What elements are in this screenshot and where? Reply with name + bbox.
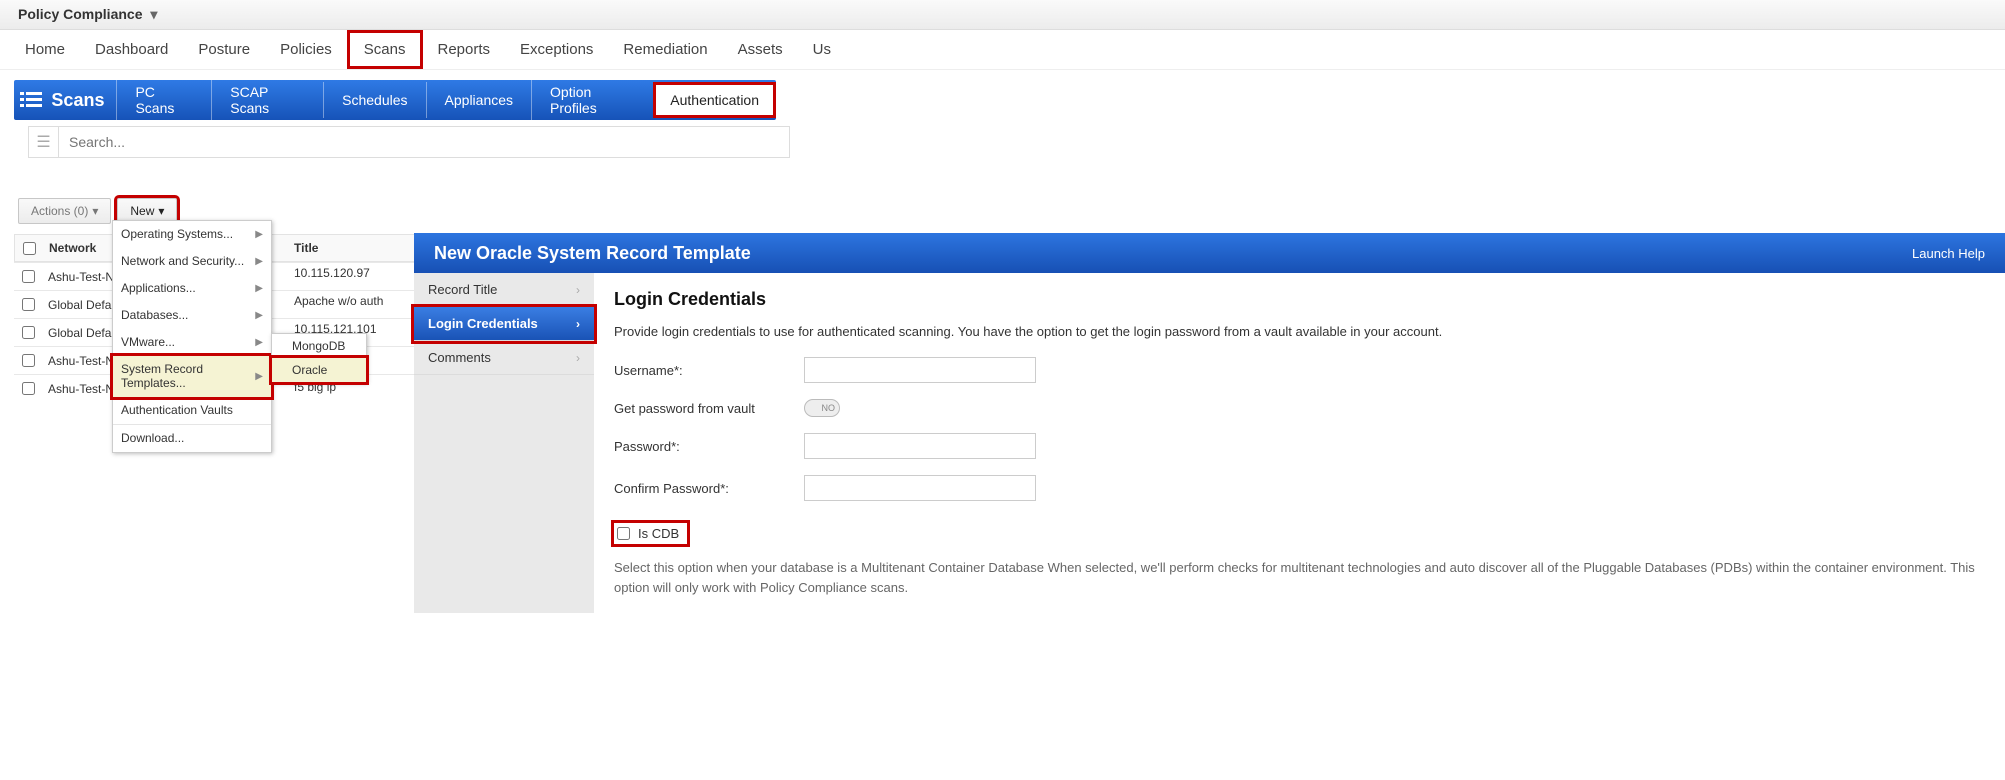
menu-authentication-vaults[interactable]: Authentication Vaults bbox=[113, 397, 271, 424]
menu-network-security[interactable]: Network and Security...▶ bbox=[113, 248, 271, 275]
chevron-right-icon: ▶ bbox=[255, 337, 263, 348]
chevron-down-icon: ▾ bbox=[150, 6, 157, 22]
username-input[interactable] bbox=[804, 357, 1036, 383]
chevron-right-icon: › bbox=[576, 283, 580, 297]
menu-system-record-templates[interactable]: System Record Templates...▶ bbox=[113, 356, 271, 397]
nav-dashboard[interactable]: Dashboard bbox=[80, 32, 183, 67]
confirm-password-input[interactable] bbox=[804, 475, 1036, 501]
col-title-header[interactable]: Title bbox=[294, 241, 318, 255]
dialog-title-bar: New Oracle System Record Template Launch… bbox=[414, 233, 2005, 273]
nav-exceptions[interactable]: Exceptions bbox=[505, 32, 608, 67]
nav-reports[interactable]: Reports bbox=[423, 32, 506, 67]
is-cdb-row: Is CDB bbox=[614, 523, 687, 544]
is-cdb-checkbox[interactable] bbox=[617, 527, 630, 540]
tab-appliances[interactable]: Appliances bbox=[426, 82, 532, 118]
row-checkbox[interactable] bbox=[22, 326, 35, 339]
nav-us-truncated[interactable]: Us bbox=[798, 32, 846, 67]
side-record-title[interactable]: Record Title › bbox=[414, 273, 594, 307]
dialog-sidebar: Record Title › Login Credentials › Comme… bbox=[414, 273, 594, 613]
scans-subnav: Scans PC Scans SCAP Scans Schedules Appl… bbox=[14, 80, 776, 120]
menu-vmware[interactable]: VMware...▶ bbox=[113, 329, 271, 356]
chevron-right-icon: ▶ bbox=[255, 256, 263, 267]
side-comments[interactable]: Comments › bbox=[414, 341, 594, 375]
nav-scans[interactable]: Scans bbox=[347, 30, 423, 69]
tab-pc-scans[interactable]: PC Scans bbox=[116, 74, 211, 126]
vault-label: Get password from vault bbox=[614, 401, 804, 416]
menu-download[interactable]: Download... bbox=[113, 425, 271, 452]
username-label: Username*: bbox=[614, 363, 804, 378]
vault-toggle[interactable]: NO bbox=[804, 399, 840, 417]
nav-assets[interactable]: Assets bbox=[723, 32, 798, 67]
main-nav: Home Dashboard Posture Policies Scans Re… bbox=[0, 30, 2005, 70]
row-checkbox[interactable] bbox=[22, 270, 35, 283]
cdb-help-text: Select this option when your database is… bbox=[614, 558, 1985, 597]
side-login-credentials[interactable]: Login Credentials › bbox=[414, 307, 594, 341]
tab-authentication[interactable]: Authentication bbox=[653, 82, 776, 118]
top-module-bar: Policy Compliance ▾ bbox=[0, 0, 2005, 30]
row-checkbox[interactable] bbox=[22, 354, 35, 367]
cell-title: 10.115.120.97 bbox=[294, 266, 370, 280]
chevron-right-icon: ▶ bbox=[255, 229, 263, 240]
tab-schedules[interactable]: Schedules bbox=[323, 82, 425, 118]
module-name: Policy Compliance bbox=[18, 6, 142, 22]
row-checkbox[interactable] bbox=[22, 298, 35, 311]
dialog-title: New Oracle System Record Template bbox=[434, 243, 751, 264]
subnav-title: Scans bbox=[51, 90, 116, 111]
grid-toolbar: Actions (0) ▾ New ▾ bbox=[18, 198, 2005, 224]
nav-policies[interactable]: Policies bbox=[265, 32, 347, 67]
password-input[interactable] bbox=[804, 433, 1036, 459]
new-dropdown-menu: Operating Systems...▶ Network and Securi… bbox=[112, 220, 272, 453]
list-icon bbox=[14, 82, 47, 118]
search-list-icon: ☰ bbox=[29, 127, 59, 157]
launch-help-link[interactable]: Launch Help bbox=[1912, 246, 1985, 261]
module-selector[interactable]: Policy Compliance ▾ bbox=[10, 6, 165, 23]
chevron-right-icon: ▶ bbox=[255, 371, 263, 382]
nav-home[interactable]: Home bbox=[10, 32, 80, 67]
chevron-right-icon: ▶ bbox=[255, 310, 263, 321]
chevron-down-icon: ▾ bbox=[158, 204, 164, 218]
is-cdb-label: Is CDB bbox=[638, 526, 679, 541]
password-label: Password*: bbox=[614, 439, 804, 454]
row-checkbox[interactable] bbox=[22, 382, 35, 395]
content-heading: Login Credentials bbox=[614, 289, 1985, 310]
chevron-right-icon: › bbox=[576, 317, 580, 331]
nav-remediation[interactable]: Remediation bbox=[608, 32, 722, 67]
chevron-right-icon: ▶ bbox=[255, 283, 263, 294]
search-bar: ☰ bbox=[28, 126, 790, 158]
confirm-password-label: Confirm Password*: bbox=[614, 481, 804, 496]
actions-button[interactable]: Actions (0) ▾ bbox=[18, 198, 111, 224]
cell-title: Apache w/o auth bbox=[294, 294, 383, 308]
new-label: New bbox=[130, 204, 154, 218]
select-all-checkbox[interactable] bbox=[23, 242, 36, 255]
tab-option-profiles[interactable]: Option Profiles bbox=[531, 74, 653, 126]
submenu-oracle[interactable]: Oracle bbox=[272, 358, 366, 382]
system-record-templates-submenu: MongoDB Oracle bbox=[271, 333, 367, 383]
submenu-mongodb[interactable]: MongoDB bbox=[272, 334, 366, 358]
chevron-right-icon: › bbox=[576, 351, 580, 365]
actions-label: Actions (0) bbox=[31, 204, 88, 218]
menu-applications[interactable]: Applications...▶ bbox=[113, 275, 271, 302]
menu-databases[interactable]: Databases...▶ bbox=[113, 302, 271, 329]
dialog-content: Login Credentials Provide login credenti… bbox=[594, 273, 2005, 613]
nav-posture[interactable]: Posture bbox=[183, 32, 265, 67]
chevron-down-icon: ▾ bbox=[92, 204, 98, 218]
menu-operating-systems[interactable]: Operating Systems...▶ bbox=[113, 221, 271, 248]
content-description: Provide login credentials to use for aut… bbox=[614, 324, 1985, 339]
tab-scap-scans[interactable]: SCAP Scans bbox=[211, 74, 323, 126]
search-input[interactable] bbox=[59, 128, 789, 156]
oracle-template-dialog: New Oracle System Record Template Launch… bbox=[414, 233, 2005, 613]
